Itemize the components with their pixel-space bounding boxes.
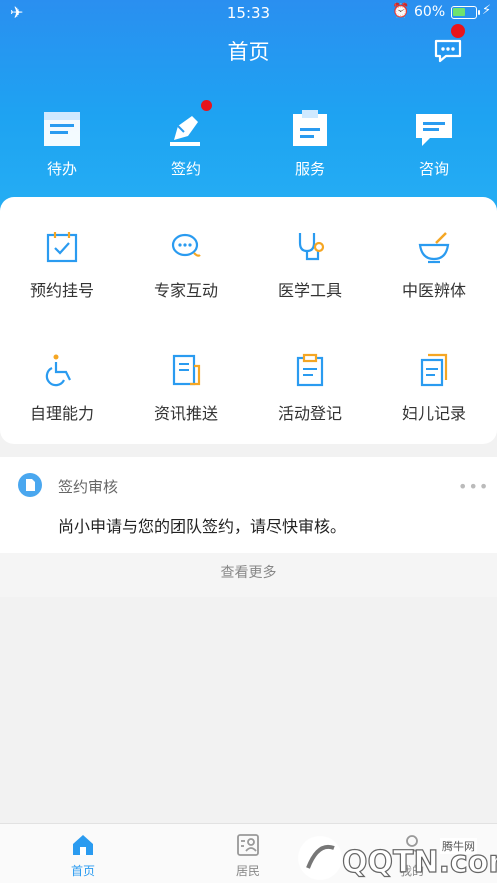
document-icon — [18, 473, 42, 497]
grid-tcm[interactable]: 中医辨体 — [372, 229, 496, 301]
consult-icon — [412, 106, 456, 150]
battery-icon — [451, 6, 480, 19]
nav-service[interactable]: 服务 — [260, 100, 360, 179]
resident-icon — [235, 832, 261, 858]
notice-content: 尚小申请与您的团队签约，请尽快审核。 — [58, 517, 347, 536]
nav-service-label: 服务 — [294, 160, 325, 178]
grid-appointment-label: 预约挂号 — [29, 281, 94, 300]
top-nav: 待办 签约 服务 咨询 — [0, 100, 497, 190]
calendar-check-icon — [44, 229, 80, 265]
grid-expert-label: 专家互动 — [153, 281, 218, 300]
stethoscope-icon — [292, 229, 328, 265]
mortar-bowl-icon — [416, 229, 452, 265]
nav-consult[interactable]: 咨询 — [384, 100, 484, 179]
function-grid: 预约挂号 专家互动 医学工具 中医辨体 自理能力 资讯推送 活动登记 妇儿记录 — [0, 197, 497, 444]
more-options-button[interactable]: ••• — [458, 477, 489, 496]
nav-consult-label: 咨询 — [418, 160, 449, 178]
grid-medical-tools[interactable]: 医学工具 — [248, 229, 372, 301]
nav-sign[interactable]: 签约 — [136, 100, 236, 179]
news-icon — [168, 352, 204, 388]
nav-todo[interactable]: 待办 — [12, 100, 112, 179]
grid-women-children[interactable]: 妇儿记录 — [372, 352, 496, 424]
grid-news-label: 资讯推送 — [153, 404, 218, 423]
clipboard-icon — [292, 352, 328, 388]
grid-self-care[interactable]: 自理能力 — [0, 352, 124, 424]
grid-appointment[interactable]: 预约挂号 — [0, 229, 124, 301]
tab-home[interactable]: 首页 — [23, 832, 143, 879]
sign-pen-icon — [164, 100, 212, 150]
record-doc-icon — [416, 352, 452, 388]
watermark: QQTN.com 腾牛网 — [290, 828, 497, 883]
chat-bubble-icon — [168, 229, 204, 265]
view-more-button[interactable]: 查看更多 — [0, 553, 497, 597]
charging-icon: ⚡ — [482, 3, 492, 18]
grid-women-children-label: 妇儿记录 — [401, 404, 466, 423]
grid-tcm-label: 中医辨体 — [401, 281, 466, 300]
grid-medical-tools-label: 医学工具 — [277, 281, 342, 300]
grid-expert[interactable]: 专家互动 — [124, 229, 248, 301]
nav-sign-label: 签约 — [170, 160, 201, 178]
alarm-icon: ⏰ — [392, 3, 410, 19]
watermark-logo: QQTN.com — [298, 836, 497, 881]
notice-card[interactable]: 签约审核 ••• 尚小申请与您的团队签约，请尽快审核。 查看更多 — [0, 457, 497, 597]
service-icon — [288, 106, 332, 150]
message-badge — [451, 24, 465, 38]
grid-activity[interactable]: 活动登记 — [248, 352, 372, 424]
sign-badge — [201, 100, 212, 111]
status-bar: ✈ 15:33 ⏰ 60% ⚡ — [0, 0, 497, 26]
tab-home-label: 首页 — [70, 864, 95, 878]
watermark-site: 腾牛网 — [440, 838, 477, 854]
wheelchair-icon — [44, 352, 80, 388]
message-button[interactable] — [433, 38, 463, 64]
page-title: 首页 — [227, 40, 270, 64]
battery-percent: 60% — [414, 4, 446, 20]
home-icon — [70, 832, 96, 858]
grid-self-care-label: 自理能力 — [29, 404, 94, 423]
grid-news[interactable]: 资讯推送 — [124, 352, 248, 424]
nav-todo-label: 待办 — [46, 160, 77, 178]
grid-activity-label: 活动登记 — [277, 404, 342, 423]
todo-icon — [40, 106, 84, 150]
notice-title: 签约审核 — [58, 478, 119, 496]
message-icon — [434, 39, 462, 63]
